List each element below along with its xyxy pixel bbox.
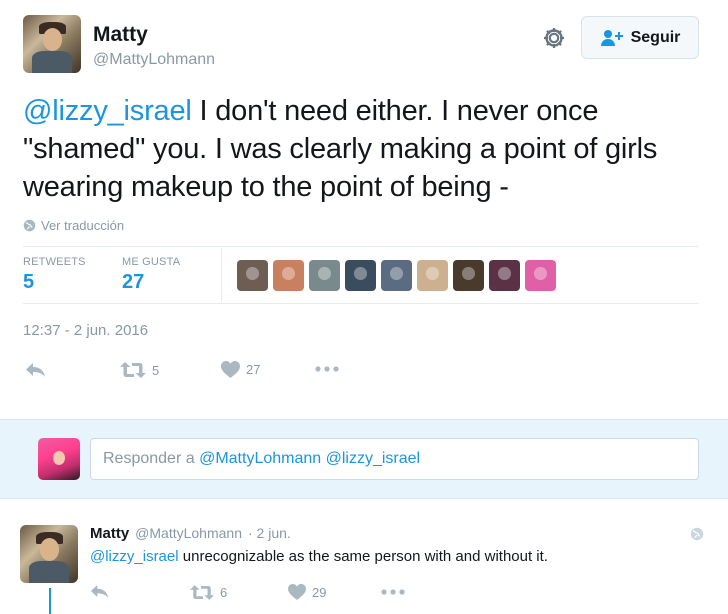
author-avatar[interactable] xyxy=(23,15,81,73)
globe-icon xyxy=(690,527,704,541)
liker-avatars xyxy=(237,260,556,291)
liker-avatar[interactable] xyxy=(309,260,340,291)
liker-avatar[interactable] xyxy=(381,260,412,291)
reply-tweet-reply-action[interactable] xyxy=(90,584,110,599)
reply-tweet-more-action[interactable] xyxy=(381,589,405,595)
liker-avatar[interactable] xyxy=(345,260,376,291)
like-count: 27 xyxy=(246,362,261,377)
reply-time[interactable]: · 2 jun. xyxy=(248,525,291,541)
reply-header: Matty @MattyLohmann · 2 jun. xyxy=(90,525,291,542)
reply-body: unrecognizable as the same person with a… xyxy=(178,548,548,565)
tweet-timestamp[interactable]: 12:37 - 2 jun. 2016 xyxy=(23,322,148,339)
likes-stat[interactable]: ME GUSTA 27 xyxy=(122,256,180,294)
retweets-stat[interactable]: RETWEETS 5 xyxy=(23,256,86,294)
likes-label: ME GUSTA xyxy=(122,256,181,268)
reply-text: @lizzy_israel unrecognizable as the same… xyxy=(90,548,548,565)
author-handle[interactable]: @MattyLohmann xyxy=(93,51,215,69)
reply-author-handle[interactable]: @MattyLohmann xyxy=(135,525,242,541)
retweet-count: 5 xyxy=(152,362,160,378)
reply-tweet-like-action[interactable]: 29 xyxy=(288,584,326,600)
like-action[interactable]: 27 xyxy=(221,361,260,378)
retweets-label: RETWEETS xyxy=(23,256,86,268)
divider xyxy=(23,246,699,247)
retweet-action[interactable]: 5 xyxy=(120,361,159,379)
current-user-avatar xyxy=(38,438,80,480)
reply-action[interactable] xyxy=(25,362,47,378)
liker-avatar[interactable] xyxy=(273,260,304,291)
reply-tweet-retweet-action[interactable]: 6 xyxy=(190,584,227,601)
retweet-icon xyxy=(120,362,146,378)
reply-tweet-like-count: 29 xyxy=(312,584,327,600)
retweet-icon xyxy=(190,585,214,600)
reply-icon xyxy=(90,585,109,598)
reply-tweet-retweet-count: 6 xyxy=(220,585,228,600)
more-icon xyxy=(315,366,339,372)
heart-icon xyxy=(288,584,306,600)
likes-value: 27 xyxy=(122,271,145,293)
translate-label: Ver traducción xyxy=(41,218,125,233)
liker-avatar[interactable] xyxy=(417,260,448,291)
liker-avatar[interactable] xyxy=(453,260,484,291)
globe-icon xyxy=(23,219,36,232)
reply-author-avatar[interactable] xyxy=(20,525,78,583)
gear-icon[interactable] xyxy=(540,24,568,52)
liker-avatar[interactable] xyxy=(489,260,520,291)
follow-label: Seguir xyxy=(630,28,681,46)
follow-button[interactable]: Seguir xyxy=(581,16,699,59)
liker-avatar[interactable] xyxy=(237,260,268,291)
thread-line xyxy=(49,588,51,614)
reply-icon xyxy=(26,363,45,377)
reply-placeholder-prefix: Responder a xyxy=(103,450,195,467)
tweet-text: @lizzy_israel I don't need either. I nev… xyxy=(23,92,703,206)
reply-placeholder-mentions: @MattyLohmann @lizzy_israel xyxy=(199,450,421,467)
reply-mention[interactable]: @lizzy_israel xyxy=(90,548,179,565)
liker-avatar[interactable] xyxy=(525,260,556,291)
divider xyxy=(23,303,699,304)
stats-separator xyxy=(221,248,222,302)
tweet-mention[interactable]: @lizzy_israel xyxy=(23,95,192,127)
reply-input[interactable]: Responder a @MattyLohmann @lizzy_israel xyxy=(90,438,699,480)
more-icon xyxy=(381,589,405,595)
author-name[interactable]: Matty xyxy=(93,23,148,47)
more-action[interactable] xyxy=(315,366,339,372)
heart-icon xyxy=(221,361,240,378)
reply-author-name[interactable]: Matty xyxy=(90,525,129,542)
add-user-icon xyxy=(600,29,623,46)
translate-link[interactable]: Ver traducción xyxy=(23,218,124,233)
retweets-value: 5 xyxy=(23,271,35,293)
